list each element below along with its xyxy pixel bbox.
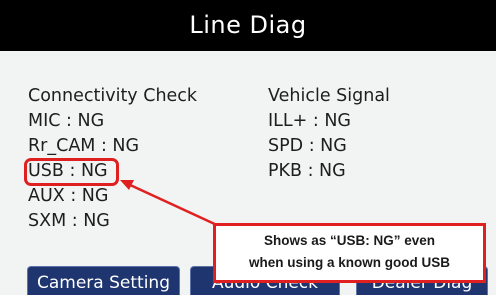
spd-status: SPD : NG [268,136,347,156]
ill-status: ILL+ : NG [268,111,351,131]
sxm-status: SXM : NG [28,211,110,231]
page-title: Line Diag [0,0,496,51]
annotation-callout: Shows as “USB: NG” even when using a kno… [213,223,486,283]
rr-cam-status: Rr_CAM : NG [28,136,140,156]
connectivity-check-heading: Connectivity Check [28,86,198,106]
pkb-status: PKB : NG [268,161,346,181]
camera-setting-button[interactable]: Camera Setting [27,266,180,295]
callout-line-1: Shows as “USB: NG” even [263,233,436,248]
vehicle-signal-heading: Vehicle Signal [268,86,390,106]
callout-line-2: when using a known good USB [249,255,450,270]
usb-highlight-box [24,158,119,186]
line-diag-screen: Line Diag Connectivity Check MIC : NG Rr… [0,0,496,295]
mic-status: MIC : NG [28,111,105,131]
aux-status: AUX : NG [28,186,109,206]
